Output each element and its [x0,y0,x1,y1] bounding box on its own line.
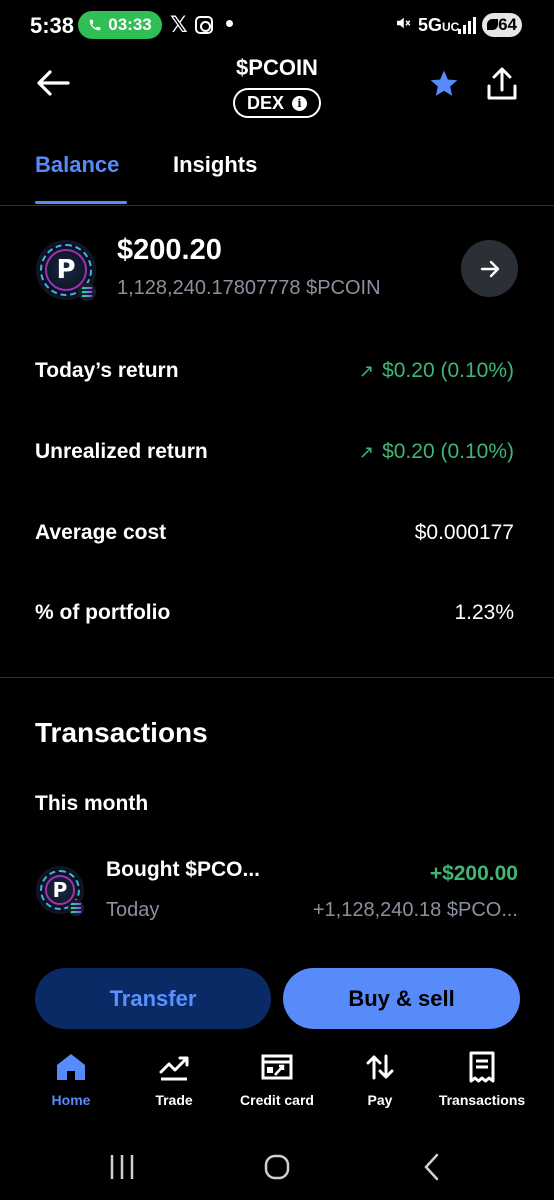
swap-arrows-icon [366,1054,394,1080]
battery-icon: 64 [482,13,522,37]
transaction-amount: +$200.00 [429,862,518,885]
nav-label-transactions: Transactions [438,1092,526,1108]
buy-sell-button[interactable]: Buy & sell [283,968,520,1029]
page-title: $PCOIN [236,55,318,80]
stat-label-average-cost: Average cost [35,521,167,544]
star-icon[interactable] [428,68,460,100]
home-icon [57,1054,85,1080]
nav-transactions[interactable]: Transactions [427,1050,537,1108]
nav-label-pay: Pay [367,1092,393,1108]
transactions-month-label: This month [35,792,149,815]
dex-badge[interactable]: DEX i [233,88,321,118]
nav-pay[interactable]: Pay [325,1050,435,1108]
transactions-title: Transactions [35,717,208,748]
stat-value-unrealized-return: ↗ $0.20 (0.10%) [358,440,514,463]
home-button-icon[interactable] [261,1150,293,1184]
dex-label: DEX [246,92,284,113]
solana-icon [68,900,84,916]
balance-usd: $200.20 [117,234,222,266]
signal-icon [458,16,476,34]
trend-up-arrow-icon: ↗ [358,361,375,381]
info-icon: i [292,95,307,111]
x-app-icon: 𝕏 [170,12,188,37]
nav-label-credit-card: Credit card [240,1092,314,1108]
network-type: 5GUC [418,15,460,35]
receipt-icon [469,1051,495,1083]
transaction-title: Bought $PCO... [106,858,260,881]
mute-icon [397,17,411,29]
stat-value-todays-return: ↗ $0.20 (0.10%) [358,359,514,382]
transaction-coin-amount: +1,128,240.18 $PCO... [312,899,518,921]
active-tab-indicator [35,201,127,204]
balance-coin-amount: 1,128,240.17807778 $PCOIN [117,277,381,299]
nav-label-home: Home [51,1092,91,1108]
back-button-icon[interactable] [420,1150,444,1184]
balance-details-button[interactable] [461,240,518,297]
trend-up-arrow-icon: ↗ [358,442,375,462]
tab-balance[interactable]: Balance [35,152,119,178]
arrow-right-icon [480,260,499,277]
stat-value-portfolio-percent: 1.23% [454,601,514,624]
call-indicator[interactable]: 03:33 [78,11,162,39]
nav-home[interactable]: Home [16,1050,126,1108]
status-time: 5:38 [30,13,75,38]
stat-label-todays-return: Today’s return [35,359,179,382]
instagram-icon [195,16,213,34]
transfer-button[interactable]: Transfer [35,968,271,1029]
credit-card-icon [261,1054,293,1080]
more-notifications-dot-icon [226,20,233,27]
stat-value-average-cost: $0.000177 [414,521,514,544]
transaction-date: Today [106,899,160,921]
section-divider [0,677,554,678]
share-icon[interactable] [484,66,520,102]
nav-label-trade: Trade [155,1092,193,1108]
recent-apps-icon[interactable] [108,1150,136,1184]
trend-up-icon [159,1056,189,1081]
stat-label-unrealized-return: Unrealized return [35,440,208,463]
solana-icon [78,283,96,301]
call-timer: 03:33 [108,15,152,34]
stat-label-portfolio-percent: % of portfolio [35,601,171,624]
nav-trade[interactable]: Trade [119,1050,229,1108]
nav-credit-card[interactable]: Credit card [222,1050,332,1108]
status-bar: 5:38 03:33 𝕏 5GUC 64 [0,0,554,52]
phone-icon [90,19,101,31]
tabs-divider [0,205,554,206]
tab-insights[interactable]: Insights [173,152,257,178]
